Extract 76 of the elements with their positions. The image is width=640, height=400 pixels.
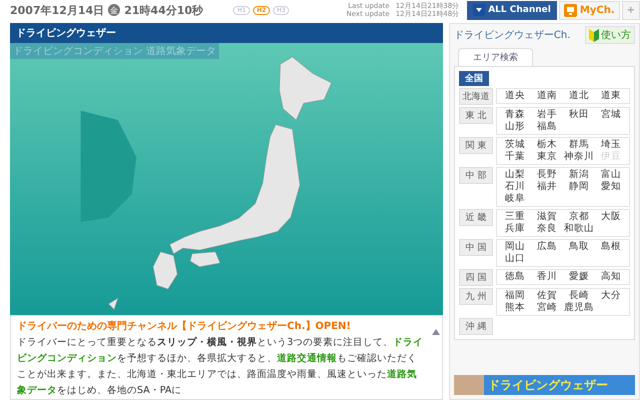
intro-paragraph: ドライバーにとって重要となる スリップ・横風・視界 という3つの要素に注目して、ドライビングコンディション を予想するほか、各県拡大すると、道路交通情報 もご確認いただくことが出来ます。また、北海道・東北エリアでは、路面温度や雨量、風速といった道路気象データ をはじめ、各地のSA・PAに: [17, 336, 424, 398]
prefecture-link[interactable]: 滋賀: [530, 211, 563, 223]
time-text: 21時44分10秒: [124, 2, 204, 18]
region-button[interactable]: 沖 縄: [458, 318, 493, 335]
prefecture-link[interactable]: 富山: [594, 169, 627, 181]
prefecture-link[interactable]: 京都: [562, 211, 595, 223]
region-button[interactable]: 四 国: [458, 269, 493, 286]
prefecture-link[interactable]: 福島: [530, 121, 563, 133]
prefecture-link[interactable]: 宮城: [594, 109, 627, 121]
prefecture-link[interactable]: 石川: [498, 181, 531, 193]
prefecture-link[interactable]: 徳島: [498, 271, 531, 283]
region-button[interactable]: 近 畿: [458, 209, 493, 226]
prefecture-link[interactable]: 愛知: [594, 181, 627, 193]
prefecture-link[interactable]: 大分: [594, 290, 627, 302]
prefecture-link[interactable]: 長崎: [562, 290, 595, 302]
area-search-tab[interactable]: エリア検索: [458, 48, 533, 66]
prefecture-link[interactable]: 道北: [562, 90, 595, 102]
panel-title: ドライビングウェザー: [10, 23, 443, 43]
sidebar-title: ドライビングウェザーCh.: [454, 29, 570, 42]
region-button[interactable]: 北海道: [458, 88, 493, 105]
prefecture-link[interactable]: 青森: [498, 109, 531, 121]
prefecture-link[interactable]: 神奈川: [562, 151, 595, 163]
prefecture-link[interactable]: 奈良: [530, 223, 563, 235]
prefecture-link[interactable]: 秋田: [562, 109, 595, 121]
prefecture-link[interactable]: 大阪: [594, 211, 627, 223]
dropdown-icon: [473, 4, 486, 16]
prefecture-link[interactable]: 熊本: [498, 302, 531, 314]
prefecture-link[interactable]: 岩手: [530, 109, 563, 121]
prefecture-link[interactable]: 山形: [498, 121, 531, 133]
prefecture-link[interactable]: 三重: [498, 211, 531, 223]
region-button[interactable]: 中 国: [458, 239, 493, 256]
prefecture-link[interactable]: 岡山: [498, 241, 531, 253]
prefecture-link[interactable]: 埼玉: [594, 139, 627, 151]
prefecture-link[interactable]: 兵庫: [498, 223, 531, 235]
prefecture-link[interactable]: 道東: [594, 90, 627, 102]
prefecture-link[interactable]: 和歌山: [562, 223, 595, 235]
panel-subtitle: ドライビングコンディション 道路気象データ: [10, 43, 220, 59]
prefecture-link[interactable]: 東京: [530, 151, 563, 163]
prefecture-link[interactable]: 岐阜: [498, 193, 531, 205]
prefecture-link[interactable]: 福岡: [498, 290, 531, 302]
beginner-mark-icon: [589, 28, 599, 42]
prefecture-link[interactable]: 山梨: [498, 169, 531, 181]
prefecture-link[interactable]: 広島: [530, 241, 563, 253]
banner-text: ドライビングウェザー: [488, 376, 608, 394]
prefecture-link[interactable]: 宮崎: [530, 302, 563, 314]
region-button[interactable]: 東 北: [458, 107, 493, 124]
tv-icon: [564, 4, 577, 16]
date-text: 2007年12月14日: [10, 2, 104, 18]
prefecture-link[interactable]: 静岡: [562, 181, 595, 193]
help-button[interactable]: 使い方: [585, 26, 635, 44]
prefecture-link[interactable]: 道南: [530, 90, 563, 102]
prefecture-link[interactable]: 新潟: [562, 169, 595, 181]
prefecture-link[interactable]: 鹿児島: [562, 302, 595, 314]
prefecture-link[interactable]: 長野: [530, 169, 563, 181]
headline: ドライバーのための専門チャンネル【ドライビングウェザーCh.】OPEN!: [17, 320, 352, 333]
nationwide-button[interactable]: 全国: [458, 71, 489, 86]
prefecture-link[interactable]: 香川: [530, 271, 563, 283]
prefecture-link[interactable]: 福井: [530, 181, 563, 193]
region-button[interactable]: 九 州: [458, 288, 493, 305]
weekday-badge: 金: [108, 4, 120, 16]
photo-placeholder: [454, 375, 484, 395]
prefecture-link[interactable]: 山口: [498, 253, 531, 265]
prefecture-link[interactable]: 千葉: [498, 151, 531, 163]
region-button[interactable]: 中 部: [458, 167, 493, 184]
all-channel-button[interactable]: ALL Channel: [467, 0, 557, 20]
prefecture-link[interactable]: 愛媛: [562, 271, 595, 283]
prefecture-link[interactable]: 高知: [594, 271, 627, 283]
scroll-up-icon[interactable]: [432, 329, 440, 335]
prefecture-link[interactable]: 鳥取: [562, 241, 595, 253]
region-button[interactable]: 関 東: [458, 137, 493, 154]
prefecture-link[interactable]: 島根: [594, 241, 627, 253]
prefecture-link[interactable]: 群馬: [562, 139, 595, 151]
prefecture-link[interactable]: 道央: [498, 90, 531, 102]
prefecture-link[interactable]: 栃木: [530, 139, 563, 151]
prefecture-link[interactable]: 佐賀: [530, 290, 563, 302]
prefecture-link[interactable]: 茨城: [498, 139, 531, 151]
